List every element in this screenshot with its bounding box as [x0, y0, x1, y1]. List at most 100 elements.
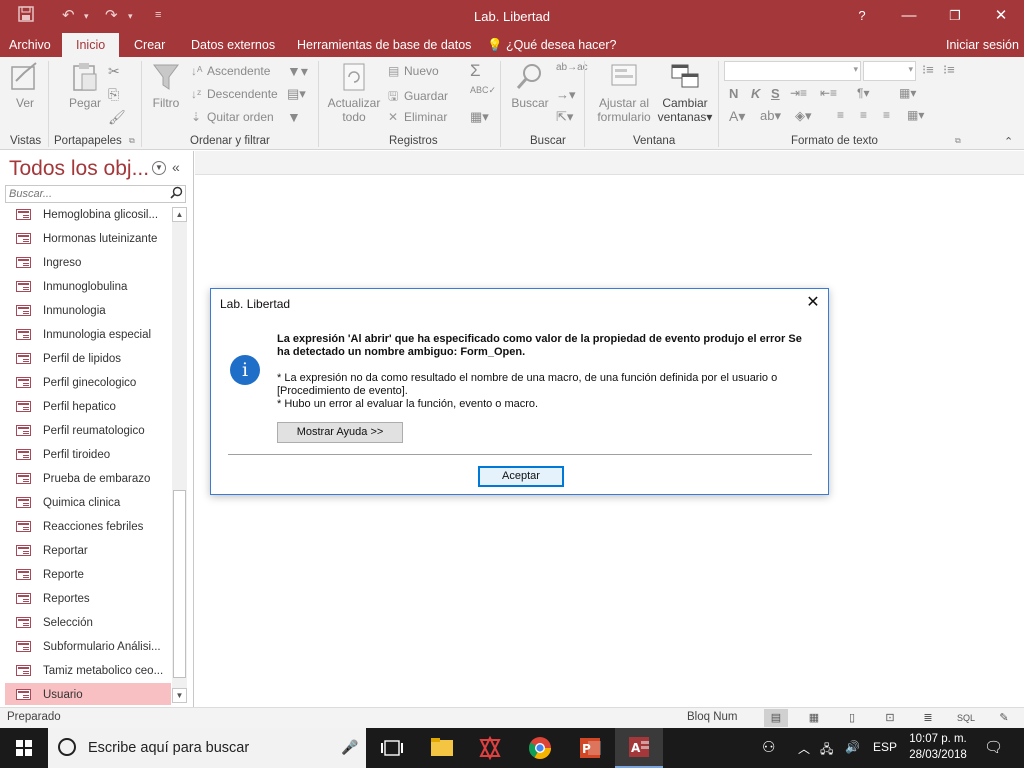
find-button[interactable]: Buscar [510, 61, 550, 110]
access-button[interactable]: A [615, 728, 663, 768]
bullets-icon[interactable]: ⁝≡ [922, 62, 934, 78]
navpane-scrollbar[interactable]: ▲ ▼ [172, 207, 187, 703]
replace-icon[interactable]: ab→ac [556, 62, 588, 73]
network-icon[interactable]: 🖧 [820, 740, 833, 761]
sort-ascending-button[interactable]: ↓ᴬ Ascendente [191, 64, 270, 78]
list-item[interactable]: Hormonas luteinizante [5, 227, 171, 251]
show-help-button[interactable]: Mostrar Ayuda >> [277, 422, 403, 443]
list-item[interactable]: Perfil ginecologico [5, 371, 171, 395]
minimize-button[interactable]: — [894, 4, 924, 28]
underline-button[interactable]: S [771, 86, 780, 101]
save-record-button[interactable]: 🖫 Guardar [388, 87, 448, 108]
font-color-icon[interactable]: A▾ [729, 108, 745, 125]
highlight-icon[interactable]: ab▾ [760, 108, 781, 124]
tab-crear[interactable]: Crear [134, 38, 165, 52]
scroll-down-icon[interactable]: ▼ [172, 688, 187, 703]
launcher-icon[interactable]: ⧉ [955, 136, 961, 146]
gridlines-icon[interactable]: ▦▾ [899, 86, 916, 100]
list-item[interactable]: Inmunologia [5, 299, 171, 323]
tab-herramientas[interactable]: Herramientas de base de datos [297, 38, 471, 52]
align-center-icon[interactable]: ≡ [860, 108, 867, 122]
list-item[interactable]: Reportar [5, 539, 171, 563]
tab-datos-externos[interactable]: Datos externos [191, 38, 275, 52]
list-item[interactable]: Perfil de lipidos [5, 347, 171, 371]
clock[interactable]: 10:07 p. m. 28/03/2018 [898, 731, 978, 763]
numbering-icon[interactable]: ⁝≡ [943, 62, 955, 78]
powerpoint-button[interactable]: P [566, 728, 614, 768]
tab-inicio[interactable]: Inicio [62, 33, 120, 57]
spelling-icon[interactable]: ABC✓ [470, 85, 496, 96]
remove-sort-button[interactable]: ⇣ Quitar orden [191, 110, 274, 124]
launcher-icon[interactable]: ⧉ [129, 136, 135, 146]
collapse-ribbon-icon[interactable]: ⌃ [1004, 135, 1013, 148]
show-hidden-icons-icon[interactable]: ︿ [798, 740, 810, 757]
microphone-icon[interactable]: 🎤 [341, 739, 358, 756]
align-left-icon[interactable]: ≡ [837, 108, 844, 122]
navpane-title[interactable]: Todos los obj... [9, 157, 149, 181]
tab-archivo[interactable]: Archivo [9, 38, 51, 52]
taskbar-search[interactable]: Escribe aquí para buscar 🎤 [48, 728, 366, 768]
list-item[interactable]: Selección [5, 611, 171, 635]
goto-icon[interactable]: →▾ [556, 87, 576, 103]
format-painter-icon[interactable]: 🖌 [108, 109, 126, 126]
layout-view-icon[interactable]: ⊡ [878, 709, 902, 727]
font-size-select[interactable]: ▾ [863, 61, 916, 81]
collapse-pane-icon[interactable]: « [172, 159, 180, 175]
toggle-filter-icon[interactable]: ▼ [287, 109, 301, 125]
tell-me-input[interactable]: ¿Qué desea hacer? [506, 38, 617, 52]
selection-filter-icon[interactable]: ▼▾ [287, 63, 308, 80]
people-icon[interactable]: ⚇ [762, 738, 775, 756]
volume-icon[interactable]: 🔊 [845, 740, 860, 754]
cut-icon[interactable]: ✂ [108, 63, 120, 80]
list-item[interactable]: Inmunologia especial [5, 323, 171, 347]
scrollbar-thumb[interactable] [173, 490, 186, 678]
chrome-button[interactable] [516, 728, 564, 768]
delete-record-button[interactable]: ✕ Eliminar [388, 110, 447, 124]
task-view-button[interactable] [368, 728, 416, 768]
report-view-icon[interactable]: ≣ [916, 709, 940, 727]
search-input[interactable] [5, 185, 186, 203]
app-button[interactable] [466, 728, 514, 768]
close-icon[interactable]: ✕ [803, 293, 823, 313]
search-icon[interactable] [168, 186, 185, 202]
indent-increase-icon[interactable]: ⇥≡ [790, 86, 807, 100]
list-item[interactable]: Usuario [5, 683, 171, 705]
datasheet-view-icon[interactable]: ▤ [764, 709, 788, 727]
sign-in-link[interactable]: Iniciar sesión [946, 38, 1019, 52]
start-button[interactable] [0, 728, 48, 768]
indent-decrease-icon[interactable]: ⇤≡ [820, 86, 837, 100]
list-item[interactable]: Perfil tiroideo [5, 443, 171, 467]
list-item[interactable]: Tamiz metabolico ceo... [5, 659, 171, 683]
paste-button[interactable]: Pegar [66, 61, 104, 110]
fill-color-icon[interactable]: ◈▾ [795, 108, 812, 124]
copy-icon[interactable]: ⎘ [108, 86, 119, 103]
bold-button[interactable]: N [729, 86, 738, 101]
notifications-icon[interactable]: 🗨 [984, 738, 1003, 756]
list-item[interactable]: Quimica clinica [5, 491, 171, 515]
align-right-icon[interactable]: ≡ [883, 108, 890, 122]
list-item[interactable]: Perfil hepatico [5, 395, 171, 419]
size-to-fit-button[interactable]: Ajustar al formulario [594, 61, 654, 124]
select-icon[interactable]: ⇱▾ [556, 109, 573, 125]
list-item[interactable]: Perfil reumatologico [5, 419, 171, 443]
list-item[interactable]: Subformulario Análisi... [5, 635, 171, 659]
scroll-up-icon[interactable]: ▲ [172, 207, 187, 222]
totals-icon[interactable]: Σ [470, 61, 481, 81]
list-item[interactable]: Inmunoglobulina [5, 275, 171, 299]
view-button[interactable]: Ver [8, 61, 42, 110]
list-item[interactable]: Hemoglobina glicosil... [5, 203, 171, 227]
design-view-icon[interactable]: ▯ [840, 709, 864, 727]
advanced-filter-icon[interactable]: ▤▾ [287, 86, 306, 102]
list-item[interactable]: Ingreso [5, 251, 171, 275]
ok-button[interactable]: Aceptar [478, 466, 564, 487]
sql-view-icon[interactable]: SQL [954, 709, 978, 727]
list-item[interactable]: Reporte [5, 563, 171, 587]
refresh-all-button[interactable]: Actualizar todo [326, 61, 382, 124]
new-record-button[interactable]: ▤ Nuevo [388, 64, 439, 78]
paragraph-direction-icon[interactable]: ¶▾ [857, 86, 869, 100]
font-name-select[interactable]: ▾ [724, 61, 861, 81]
list-item[interactable]: Prueba de embarazo [5, 467, 171, 491]
file-explorer-button[interactable] [418, 728, 466, 768]
language-indicator[interactable]: ESP [873, 740, 897, 754]
filter-button[interactable]: Filtro [148, 61, 184, 110]
